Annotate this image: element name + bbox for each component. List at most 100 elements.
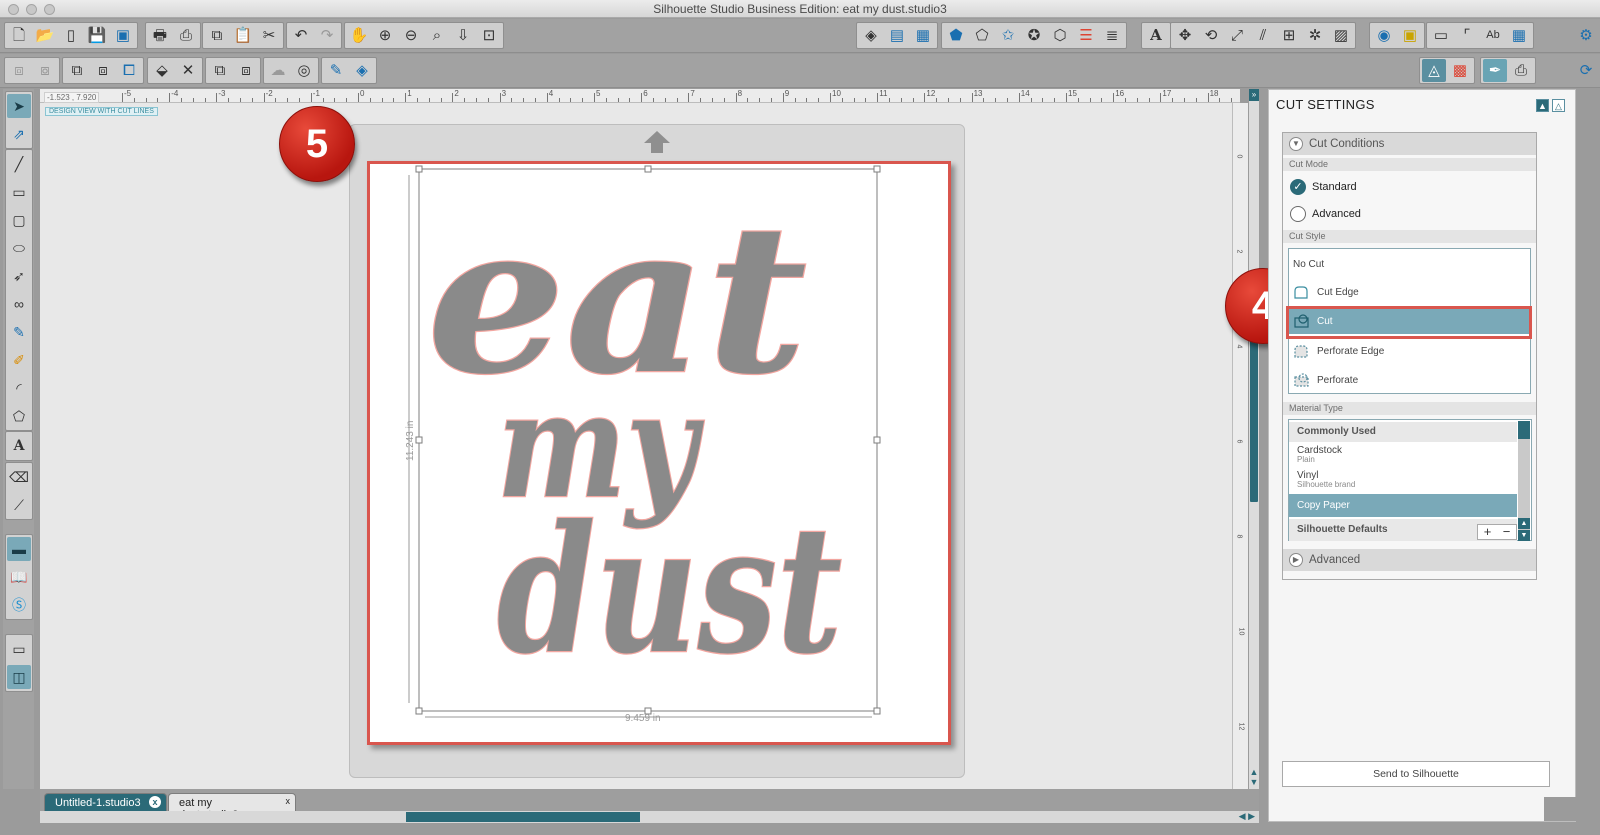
pattern-icon[interactable]: ▦ bbox=[911, 24, 935, 47]
style-perforate-edge[interactable]: Perforate Edge bbox=[1289, 338, 1530, 364]
ellipse-icon[interactable]: ⬭ bbox=[7, 236, 31, 260]
vertical-scroll-thumb[interactable] bbox=[1250, 326, 1258, 502]
radio-standard[interactable]: ✓ bbox=[1290, 179, 1306, 195]
knife-tool-icon[interactable]: ⟋ bbox=[7, 493, 31, 517]
scale-icon[interactable]: ⤢ bbox=[1225, 24, 1249, 47]
scroll-up-icon[interactable]: ▲ bbox=[1518, 518, 1530, 529]
fill-bucket-icon[interactable]: ◈ bbox=[859, 24, 883, 47]
print-cut-icon[interactable]: ⎙ bbox=[174, 24, 198, 47]
compound-icon[interactable]: ⧉ bbox=[65, 59, 89, 82]
send-back-icon[interactable]: ⧈ bbox=[234, 59, 258, 82]
paste-icon[interactable]: 📋 bbox=[231, 24, 255, 47]
panel-up-icon[interactable]: ▲ bbox=[1536, 99, 1549, 112]
curve-icon[interactable]: ∞ bbox=[7, 292, 31, 316]
polygon-icon[interactable]: ⬠ bbox=[7, 404, 31, 428]
offset-star-icon[interactable]: ✩ bbox=[996, 24, 1020, 47]
horizontal-scrollbar[interactable]: ◀ ▶ bbox=[40, 811, 1259, 823]
style-no-cut[interactable]: No Cut bbox=[1289, 251, 1530, 277]
remove-material-button[interactable]: − bbox=[1503, 525, 1511, 539]
page-setup-icon[interactable]: ▭ bbox=[1429, 24, 1453, 47]
transform-move-icon[interactable]: ✥ bbox=[1173, 24, 1197, 47]
handle[interactable] bbox=[873, 165, 881, 173]
style-cut[interactable]: Cut bbox=[1289, 308, 1530, 334]
line-style-icon[interactable]: ⬠ bbox=[970, 24, 994, 47]
pen-icon[interactable]: ➶ bbox=[7, 264, 31, 288]
print-icon[interactable]: 🖶 bbox=[148, 24, 172, 47]
silhouette-store-icon[interactable]: Ⓢ bbox=[7, 593, 31, 617]
cut-view-icon[interactable]: ▩ bbox=[1448, 59, 1472, 82]
text-icon[interactable]: A bbox=[7, 434, 31, 458]
design-area-icon[interactable]: ▬ bbox=[7, 537, 31, 561]
fit-drag-icon[interactable]: ⇩ bbox=[451, 24, 475, 47]
handle[interactable] bbox=[873, 707, 881, 715]
rounded-rect-icon[interactable]: ▢ bbox=[7, 208, 31, 232]
material-scroll-thumb[interactable] bbox=[1518, 421, 1530, 439]
sketch-pen-icon[interactable]: ✎ bbox=[7, 320, 31, 344]
line-weight-icon[interactable]: ≣ bbox=[1100, 24, 1124, 47]
align-icon[interactable]: ⊞ bbox=[1277, 24, 1301, 47]
subdivide-icon[interactable]: ✕ bbox=[176, 59, 200, 82]
point-edit-icon[interactable]: ◈ bbox=[350, 59, 374, 82]
bring-forward-icon[interactable]: ⧉ bbox=[208, 59, 232, 82]
send-cutter-icon[interactable]: ⎙ bbox=[1509, 59, 1533, 82]
cut-icon[interactable]: ✂ bbox=[257, 24, 281, 47]
panel-down-icon[interactable]: △ bbox=[1552, 99, 1565, 112]
handle[interactable] bbox=[415, 436, 423, 444]
rectangle-icon[interactable]: ▭ bbox=[7, 180, 31, 204]
knife-icon[interactable]: ⧠ bbox=[117, 59, 141, 82]
material-copy-paper[interactable]: Copy Paper bbox=[1289, 494, 1517, 517]
tab-untitled[interactable]: Untitled-1.studio3 x bbox=[44, 793, 167, 811]
redo-icon[interactable]: ↷ bbox=[315, 24, 339, 47]
open-icon[interactable]: 📂 bbox=[33, 24, 57, 47]
gradient-icon[interactable]: ▤ bbox=[885, 24, 909, 47]
replicate-grid-icon[interactable]: ✲ bbox=[1303, 24, 1327, 47]
panel-single-icon[interactable]: ▭ bbox=[7, 637, 31, 661]
handle[interactable] bbox=[415, 165, 423, 173]
cut-settings-icon[interactable]: ✒ bbox=[1483, 59, 1507, 82]
pan-icon[interactable]: ✋ bbox=[347, 24, 371, 47]
word-dust[interactable]: dust bbox=[496, 487, 844, 695]
settings-gear-icon[interactable]: ⚙ bbox=[1574, 24, 1598, 47]
material-vinyl[interactable]: Vinyl Silhouette brand bbox=[1289, 470, 1517, 492]
offset-icon[interactable]: ☁ bbox=[266, 59, 290, 82]
trace-spiral-icon[interactable]: ◎ bbox=[292, 59, 316, 82]
fit-page-icon[interactable]: ⊡ bbox=[477, 24, 501, 47]
radio-advanced[interactable] bbox=[1290, 206, 1306, 222]
horizontal-scroll-thumb[interactable] bbox=[406, 812, 640, 822]
eraser-icon[interactable]: ⌫ bbox=[7, 465, 31, 489]
save-icon[interactable]: 💾 bbox=[85, 24, 109, 47]
shape-pentagon-icon[interactable]: ⬟ bbox=[944, 24, 968, 47]
line-icon[interactable]: ╱ bbox=[7, 152, 31, 176]
point-edit-arrow-icon[interactable]: ⇗ bbox=[7, 122, 31, 146]
text-style-icon[interactable]: A bbox=[1144, 24, 1168, 47]
text-ab-icon[interactable]: Ab bbox=[1481, 24, 1505, 47]
release-compound-icon[interactable]: ⧈ bbox=[91, 59, 115, 82]
handle[interactable] bbox=[873, 436, 881, 444]
undo-icon[interactable]: ↶ bbox=[289, 24, 313, 47]
refresh-icon[interactable]: ⟳ bbox=[1574, 59, 1598, 82]
shear-icon[interactable]: ⫽ bbox=[1251, 24, 1275, 47]
handle[interactable] bbox=[644, 165, 652, 173]
handle[interactable] bbox=[415, 707, 423, 715]
new-icon[interactable]: 🗋 bbox=[7, 24, 31, 47]
copy-icon[interactable]: ⧉ bbox=[205, 24, 229, 47]
material-cardstock[interactable]: Cardstock Plain bbox=[1289, 445, 1517, 467]
panel-split-icon[interactable]: ◫ bbox=[7, 665, 31, 689]
cut-conditions-header[interactable]: ▼ Cut Conditions bbox=[1283, 133, 1536, 155]
group-icon[interactable]: ⧈ bbox=[7, 59, 31, 82]
zoom-in-icon[interactable]: ⊕ bbox=[373, 24, 397, 47]
zoom-select-icon[interactable]: ⌕ bbox=[425, 24, 449, 47]
knife-pen-icon[interactable]: ✎ bbox=[324, 59, 348, 82]
style-cut-edge[interactable]: Cut Edge bbox=[1289, 279, 1530, 305]
library-icon[interactable]: ◉ bbox=[1372, 24, 1396, 47]
replicate-icon[interactable]: ⬡ bbox=[1048, 24, 1072, 47]
rotate-icon[interactable]: ⟲ bbox=[1199, 24, 1223, 47]
send-to-silhouette-button[interactable]: Send to Silhouette bbox=[1282, 761, 1550, 787]
template-icon[interactable]: ▯ bbox=[59, 24, 83, 47]
artwork[interactable]: 11.243 in 9.459 in eat my dust bbox=[367, 161, 951, 745]
ungroup-icon[interactable]: ⧇ bbox=[33, 59, 57, 82]
scroll-down-icon[interactable]: ▼ bbox=[1518, 530, 1530, 541]
zoom-out-icon[interactable]: ⊖ bbox=[399, 24, 423, 47]
close-tab-icon[interactable]: x bbox=[149, 796, 161, 808]
add-material-button[interactable]: + bbox=[1484, 525, 1492, 539]
